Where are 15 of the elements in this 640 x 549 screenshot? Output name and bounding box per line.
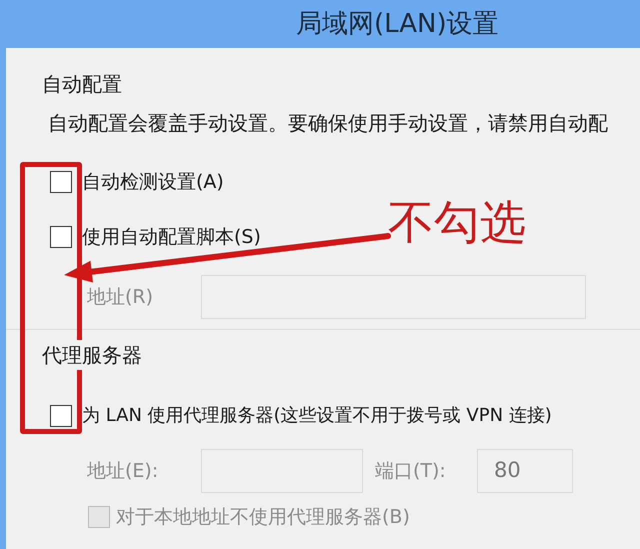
window-title: 局域网(LAN)设置 bbox=[296, 8, 499, 40]
checkbox[interactable] bbox=[50, 226, 72, 248]
address-label: 地址(E): bbox=[87, 458, 160, 484]
description: 自动配置会覆盖手动设置。要确保使用手动设置，请禁用自动配 bbox=[48, 110, 609, 137]
checkbox-label: 自动检测设置(A) bbox=[82, 170, 224, 195]
port-label: 端口(T): bbox=[375, 458, 447, 484]
checkbox-label: 为 LAN 使用代理服务器(这些设置不用于拨号或 VPN 连接) bbox=[82, 404, 552, 428]
checkbox-label: 对于本地地址不使用代理服务器(B) bbox=[116, 505, 410, 530]
checkbox-label: 使用自动配置脚本(S) bbox=[82, 224, 261, 250]
checkbox[interactable] bbox=[50, 404, 72, 426]
group-heading: 自动配置 bbox=[42, 72, 123, 96]
group-heading: 代理服务器 bbox=[42, 340, 142, 370]
checkbox[interactable] bbox=[50, 171, 72, 194]
annotation-note: 不勾选 bbox=[388, 196, 526, 248]
address-label: 地址(R) bbox=[87, 284, 154, 310]
